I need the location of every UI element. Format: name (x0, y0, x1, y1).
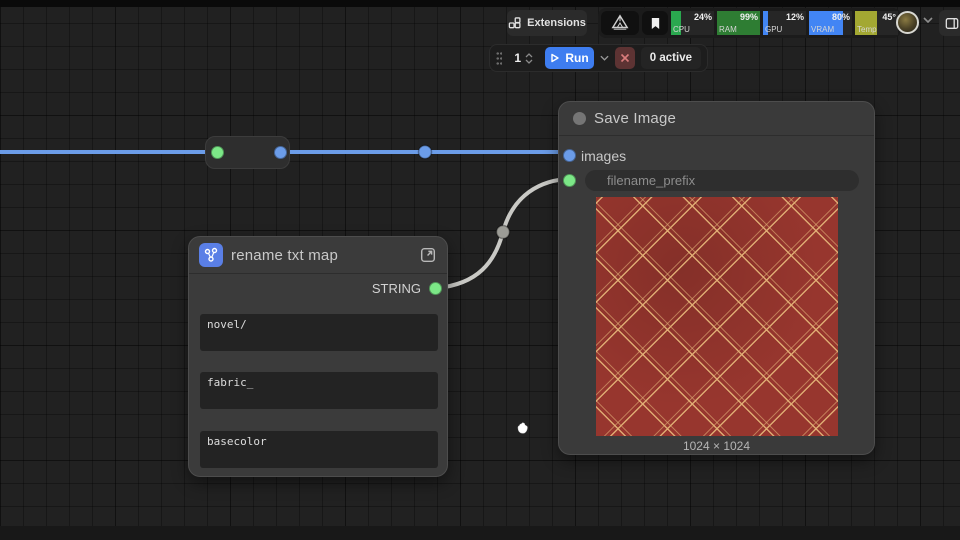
bookmark-button[interactable] (642, 11, 668, 35)
vram-value: 80% (831, 12, 850, 22)
filename-prefix-input-socket[interactable] (563, 174, 576, 187)
cpu-monitor: CPU 24% (671, 11, 714, 35)
stepper-up-icon[interactable] (525, 52, 533, 58)
gpu-label: GPU (765, 25, 783, 34)
mini-node-output-socket[interactable] (211, 146, 224, 159)
cpu-label: CPU (673, 25, 690, 34)
bookmark-icon (651, 17, 659, 29)
ram-monitor: RAM 99% (717, 11, 760, 35)
temp-value: 45° (882, 12, 896, 22)
filename-prefix-widget[interactable]: filename_prefix (585, 170, 859, 191)
images-input-label: images (581, 148, 627, 164)
images-input-socket[interactable] (563, 149, 576, 162)
node-collapse-dot[interactable] (573, 112, 586, 125)
batch-count-stepper[interactable]: 1 (508, 51, 539, 65)
batch-count-value: 1 (514, 51, 522, 65)
string-output-label: STRING (371, 281, 421, 296)
string-output-socket[interactable] (429, 282, 442, 295)
close-icon (620, 53, 629, 63)
grab-hand-cursor (517, 422, 528, 434)
saved-image-preview[interactable] (596, 197, 838, 436)
toggle-sidebar-button[interactable] (939, 10, 960, 36)
prefix-text-field[interactable]: fabric_ (200, 372, 438, 409)
app-logo-button[interactable] (601, 11, 639, 35)
mini-node-input-socket[interactable] (274, 146, 287, 159)
stepper-arrows[interactable] (525, 52, 533, 64)
cancel-button[interactable] (614, 47, 635, 69)
run-control-bar: 1 Run 0 active (489, 44, 708, 72)
vram-monitor: VRAM 80% (809, 11, 852, 35)
extensions-icon (508, 16, 521, 28)
image-dimensions-label: 1024 × 1024 (682, 439, 751, 453)
link-dot-blue[interactable] (417, 144, 433, 160)
node-title: rename txt map (231, 246, 339, 264)
run-button-label: Run (565, 51, 589, 65)
temp-label: Temp (857, 25, 877, 34)
extensions-button[interactable]: Extensions (507, 10, 587, 36)
rename-txt-map-node[interactable]: rename txt map STRING novel/ fabric_ bas… (188, 236, 448, 477)
app-logo-icon (611, 14, 629, 30)
ram-label: RAM (719, 25, 737, 34)
run-button[interactable]: Run (545, 47, 594, 69)
drag-handle[interactable] (496, 51, 503, 65)
expand-node-icon[interactable] (419, 246, 437, 264)
stepper-down-icon[interactable] (525, 59, 533, 64)
vram-label: VRAM (811, 25, 835, 34)
node-editor-canvas[interactable]: Save Image images filename_prefix 1024 ×… (0, 0, 960, 540)
gpu-value: 12% (785, 12, 804, 22)
link-dot-gray[interactable] (495, 224, 511, 240)
save-image-node-header[interactable]: Save Image (559, 102, 874, 136)
collapsed-node[interactable] (205, 136, 290, 169)
system-monitor-bar: CPU 24% RAM 99% GPU 12% VRAM 80% Temp 45… (598, 8, 901, 38)
run-options-chevron-icon[interactable] (600, 55, 609, 61)
extensions-label: Extensions (527, 17, 586, 29)
suffix-text-field[interactable]: basecolor (200, 431, 438, 468)
ram-value: 99% (739, 12, 758, 22)
node-graph-icon (199, 243, 223, 267)
user-avatar[interactable] (896, 11, 919, 34)
temp-monitor: Temp 45° (855, 11, 898, 35)
play-icon (551, 53, 560, 63)
rename-node-header[interactable]: rename txt map (189, 237, 447, 274)
panel-toggle-icon (945, 17, 959, 29)
save-image-node[interactable]: Save Image images filename_prefix 1024 ×… (558, 101, 875, 455)
path-text-field[interactable]: novel/ (200, 314, 438, 351)
avatar-chevron-down-icon[interactable] (923, 17, 933, 23)
node-title: Save Image (594, 110, 677, 127)
gpu-monitor: GPU 12% (763, 11, 806, 35)
cpu-value: 24% (693, 12, 712, 22)
active-jobs-badge: 0 active (640, 47, 701, 69)
